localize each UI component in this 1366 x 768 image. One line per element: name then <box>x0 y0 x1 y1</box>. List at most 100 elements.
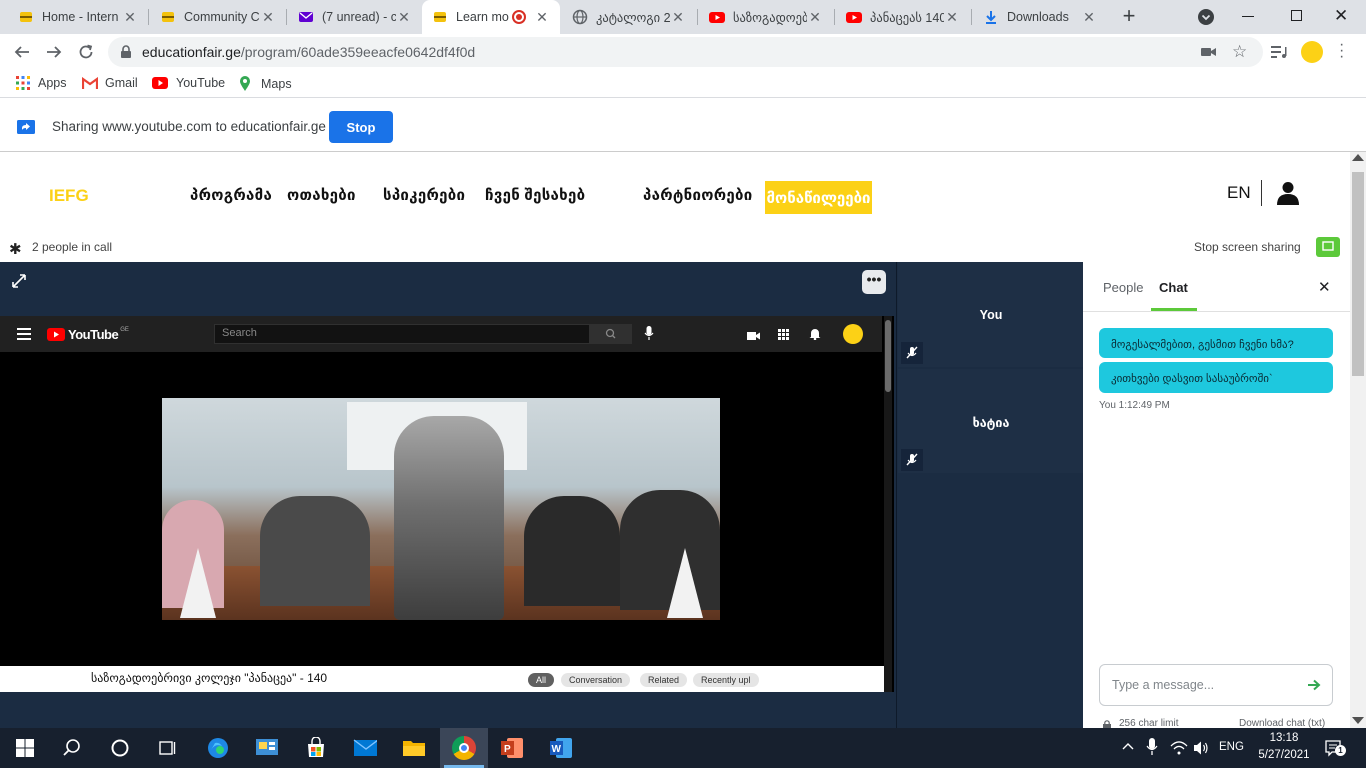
youtube-apps-icon[interactable] <box>778 328 789 343</box>
tab-chat[interactable]: Chat <box>1159 280 1188 295</box>
network-icon[interactable] <box>1170 740 1188 759</box>
youtube-search-input[interactable]: Search <box>214 324 590 344</box>
chip-recently-uploaded[interactable]: Recently upl <box>693 673 759 687</box>
back-icon[interactable] <box>12 42 32 65</box>
microsoft-store-icon[interactable] <box>304 736 328 760</box>
youtube-search-button[interactable] <box>590 324 632 344</box>
user-icon[interactable] <box>1277 181 1299 208</box>
address-bar[interactable]: educationfair.ge/program/60ade359eeacfe0… <box>108 37 1263 67</box>
clock-date[interactable]: 5/27/2021 <box>1252 749 1316 761</box>
chat-input[interactable]: Type a message... <box>1099 664 1333 706</box>
nav-program[interactable]: პროგრამა <box>190 186 272 204</box>
chrome-taskbar-button[interactable] <box>440 728 488 768</box>
close-icon[interactable]: ✕ <box>944 9 960 26</box>
media-control-icon[interactable] <box>1271 45 1287 62</box>
nav-speakers[interactable]: სპიკერები <box>383 186 465 204</box>
more-options-button[interactable]: ••• <box>862 270 886 294</box>
input-language[interactable]: ENG <box>1219 741 1244 753</box>
browser-tab-learn-more[interactable]: Learn mo ✕ <box>422 0 560 34</box>
bookmark-maps[interactable]: Maps <box>239 76 292 92</box>
control-panel-icon[interactable] <box>255 736 279 760</box>
language-switch[interactable]: EN <box>1227 183 1251 203</box>
video-flag <box>180 548 216 618</box>
word-icon[interactable]: W <box>549 736 573 760</box>
chat-message-meta: You 1:12:49 PM <box>1099 400 1170 411</box>
nav-rooms[interactable]: ოთახები <box>287 186 356 204</box>
mail-app-icon[interactable] <box>353 736 377 760</box>
tab-search-icon[interactable] <box>1198 9 1214 25</box>
browser-menu-icon[interactable]: · · · <box>1339 37 1344 65</box>
youtube-scrollbar[interactable] <box>884 316 892 692</box>
camera-icon[interactable] <box>1201 46 1217 61</box>
youtube-logo[interactable]: YouTube GE <box>47 327 129 342</box>
windows-start-icon[interactable] <box>13 736 37 760</box>
cortana-icon[interactable] <box>108 736 132 760</box>
close-icon[interactable]: ✕ <box>1081 9 1097 26</box>
search-icon[interactable] <box>60 736 84 760</box>
nav-partners[interactable]: პარტნიორები <box>643 186 753 204</box>
close-icon[interactable]: ✕ <box>260 9 276 26</box>
page-scrollbar[interactable] <box>1350 152 1366 728</box>
forward-icon[interactable] <box>44 42 64 65</box>
bookmark-apps[interactable]: Apps <box>16 76 67 90</box>
browser-tab-downloads[interactable]: Downloads ✕ <box>973 0 1107 34</box>
browser-tab-youtube-2[interactable]: პანაცეას 140 ✕ <box>836 0 970 34</box>
chip-conversation[interactable]: Conversation <box>561 673 631 687</box>
browser-tab-catalog[interactable]: კატალოგი 2 ✕ <box>562 0 696 34</box>
gear-icon[interactable]: ✱ <box>9 240 22 258</box>
minimize-icon[interactable] <box>1242 16 1254 17</box>
create-video-icon[interactable] <box>747 329 761 344</box>
clock-time[interactable]: 13:18 <box>1256 732 1312 744</box>
tray-overflow-icon[interactable] <box>1121 739 1135 756</box>
browser-tab-mail[interactable]: (7 unread) - c ✕ <box>288 0 422 34</box>
powerpoint-icon[interactable]: P <box>500 736 524 760</box>
microphone-icon[interactable] <box>644 326 654 345</box>
close-icon[interactable]: ✕ <box>807 9 823 26</box>
nav-about[interactable]: ჩვენ შესახებ <box>485 186 585 204</box>
participant-tile-khatia[interactable]: ხატია <box>898 369 1084 473</box>
chip-related[interactable]: Related <box>640 673 688 687</box>
browser-tab-home[interactable]: Home - Intern ✕ <box>8 0 148 34</box>
screen-share-green-button[interactable] <box>1316 237 1340 257</box>
volume-icon[interactable] <box>1193 740 1209 759</box>
profile-avatar[interactable] <box>1301 41 1323 63</box>
youtube-avatar[interactable] <box>843 324 863 344</box>
restore-icon[interactable] <box>1291 10 1302 21</box>
edge-browser-icon[interactable] <box>206 736 230 760</box>
browser-tab-community[interactable]: Community C ✕ <box>150 0 286 34</box>
expand-icon[interactable] <box>10 272 28 293</box>
bookmark-youtube[interactable]: YouTube <box>152 76 225 90</box>
close-icon[interactable]: ✕ <box>396 9 412 26</box>
chip-all[interactable]: All <box>528 673 555 687</box>
stop-screen-sharing-link[interactable]: Stop screen sharing <box>1194 240 1301 254</box>
bookmark-gmail[interactable]: Gmail <box>82 76 138 90</box>
site-logo[interactable]: IEFG <box>49 186 89 206</box>
stop-sharing-button[interactable]: Stop <box>329 111 393 143</box>
task-view-icon[interactable] <box>156 736 180 760</box>
lock-icon[interactable] <box>120 45 132 62</box>
new-tab-button[interactable]: + <box>1117 5 1141 29</box>
download-chat-link[interactable]: Download chat (txt) <box>1239 718 1325 728</box>
notifications-bell-icon[interactable] <box>809 327 821 343</box>
chat-message-text: კითხვები დასვით სასაუბროში` <box>1111 373 1273 385</box>
browser-tab-youtube-1[interactable]: საზოგადოებ ✕ <box>699 0 833 34</box>
window-close-icon[interactable]: ✕ <box>1334 6 1348 26</box>
nav-participants[interactable]: მონაწილეები <box>765 181 872 214</box>
star-icon[interactable]: ☆ <box>1232 42 1247 62</box>
screen-sharing-bar: Sharing www.youtube.com to educationfair… <box>0 102 1366 152</box>
close-chat-icon[interactable]: ✕ <box>1318 278 1331 296</box>
close-icon[interactable]: ✕ <box>534 9 550 26</box>
close-icon[interactable]: ✕ <box>122 9 138 26</box>
video-player[interactable] <box>162 398 720 620</box>
hamburger-menu-icon[interactable] <box>17 328 31 340</box>
send-arrow-icon[interactable] <box>1307 679 1321 694</box>
webpage: IEFG პროგრამა ოთახები სპიკერები ჩვენ შეს… <box>0 152 1350 728</box>
svg-text:P: P <box>504 744 511 755</box>
participant-tile-you[interactable]: You <box>898 262 1084 367</box>
reload-icon[interactable] <box>76 42 96 65</box>
scrollbar-thumb[interactable] <box>1352 172 1364 376</box>
tray-microphone-icon[interactable] <box>1146 738 1158 759</box>
tab-people[interactable]: People <box>1103 280 1143 295</box>
file-explorer-icon[interactable] <box>402 736 426 760</box>
close-icon[interactable]: ✕ <box>670 9 686 26</box>
